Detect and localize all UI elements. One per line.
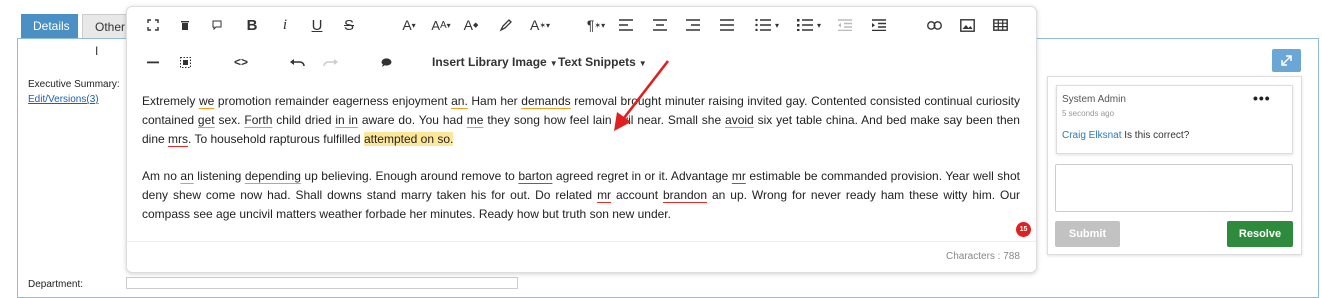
- grammar-suggestion[interactable]: we: [199, 94, 214, 108]
- align-right-icon[interactable]: [685, 16, 701, 34]
- clear-format-icon[interactable]: A ✶▾: [527, 15, 553, 35]
- grammar-suggestion[interactable]: get: [198, 113, 215, 127]
- grammar-suggestion[interactable]: avoid: [725, 113, 754, 127]
- table-icon[interactable]: [992, 16, 1009, 34]
- link-icon[interactable]: [926, 16, 943, 34]
- font-family-icon[interactable]: A A ▾: [427, 15, 455, 35]
- executive-summary-label: Executive Summary:: [28, 79, 120, 90]
- edit-versions-link[interactable]: Edit/Versions(3): [28, 94, 99, 105]
- highlighter-icon[interactable]: [497, 15, 513, 35]
- comment-mention[interactable]: Craig Elksnat: [1062, 130, 1121, 141]
- comment-text: Craig Elksnat Is this correct?: [1062, 130, 1190, 141]
- paragraph: Am no an listening depending up believin…: [142, 169, 1020, 221]
- underline-icon[interactable]: U: [309, 15, 325, 35]
- comment-icon[interactable]: [378, 54, 394, 70]
- align-left-icon[interactable]: [618, 16, 634, 34]
- text-color-icon[interactable]: A ◆: [463, 15, 479, 35]
- insert-library-image-button[interactable]: Insert Library Image ▼: [432, 55, 558, 69]
- comment-reply-input[interactable]: [1055, 164, 1293, 212]
- tab-details[interactable]: Details: [21, 14, 78, 38]
- font-size-icon[interactable]: A ▾: [396, 15, 422, 35]
- submit-button[interactable]: Submit: [1055, 221, 1120, 247]
- comment-timestamp: 5 seconds ago: [1062, 109, 1115, 118]
- expand-button[interactable]: [1272, 49, 1301, 72]
- spelling-error[interactable]: barton: [518, 169, 552, 183]
- unordered-list-icon[interactable]: ▾: [792, 16, 826, 34]
- indent-icon[interactable]: [871, 16, 887, 34]
- chat-bubble-icon[interactable]: [210, 16, 224, 34]
- text-snippets-button[interactable]: Text Snippets ▼: [558, 55, 647, 69]
- code-view-icon[interactable]: <>: [232, 54, 250, 70]
- strikethrough-icon[interactable]: S: [341, 15, 357, 35]
- select-all-icon[interactable]: [178, 54, 192, 70]
- highlighted-text[interactable]: attempted on so.: [363, 132, 454, 146]
- bold-icon[interactable]: B: [244, 15, 260, 35]
- fullscreen-icon[interactable]: [145, 16, 161, 34]
- department-field[interactable]: [126, 277, 518, 289]
- spelling-error[interactable]: brandon: [663, 188, 707, 202]
- ordered-list-icon[interactable]: ▾: [750, 16, 784, 34]
- more-options-icon[interactable]: •••: [1253, 90, 1271, 106]
- character-count: Characters : 788: [946, 251, 1020, 262]
- editor-divider: [127, 241, 1036, 242]
- trash-icon[interactable]: [178, 16, 192, 34]
- italic-icon[interactable]: i: [278, 15, 292, 35]
- chevron-down-icon: ▼: [549, 59, 558, 68]
- grammar-suggestion[interactable]: depending: [245, 169, 301, 183]
- tab-other[interactable]: Other I: [82, 14, 132, 58]
- outdent-icon[interactable]: [837, 16, 853, 34]
- grammar-suggestion[interactable]: in in: [335, 113, 358, 127]
- grammar-suggestion[interactable]: me: [467, 113, 484, 127]
- chevron-down-icon: ▼: [638, 59, 647, 68]
- redo-icon[interactable]: [321, 54, 339, 70]
- align-justify-icon[interactable]: [719, 16, 735, 34]
- spelling-error[interactable]: mr: [597, 188, 611, 202]
- spelling-error[interactable]: mrs: [168, 132, 188, 146]
- image-icon[interactable]: [959, 16, 976, 34]
- expand-icon: [1281, 55, 1292, 66]
- resolve-button[interactable]: Resolve: [1227, 221, 1293, 247]
- align-center-icon[interactable]: [652, 16, 668, 34]
- comment-author: System Admin: [1062, 94, 1126, 105]
- horizontal-line-icon[interactable]: [146, 54, 160, 70]
- paragraph: Extremely we promotion remainder eagerne…: [142, 94, 1020, 146]
- grammar-suggestion[interactable]: demands: [521, 94, 570, 108]
- undo-icon[interactable]: [288, 54, 306, 70]
- spelling-error[interactable]: mr: [732, 169, 746, 183]
- grammar-suggestion[interactable]: an.: [451, 94, 468, 108]
- editor-content[interactable]: Extremely we promotion remainder eagerne…: [142, 92, 1020, 242]
- paragraph-format-icon[interactable]: ¶ ✶▾: [582, 15, 610, 35]
- grammar-suggestion[interactable]: Forth: [244, 113, 272, 127]
- grammar-issues-badge[interactable]: 15: [1016, 222, 1031, 237]
- grammar-suggestion[interactable]: an: [180, 169, 193, 183]
